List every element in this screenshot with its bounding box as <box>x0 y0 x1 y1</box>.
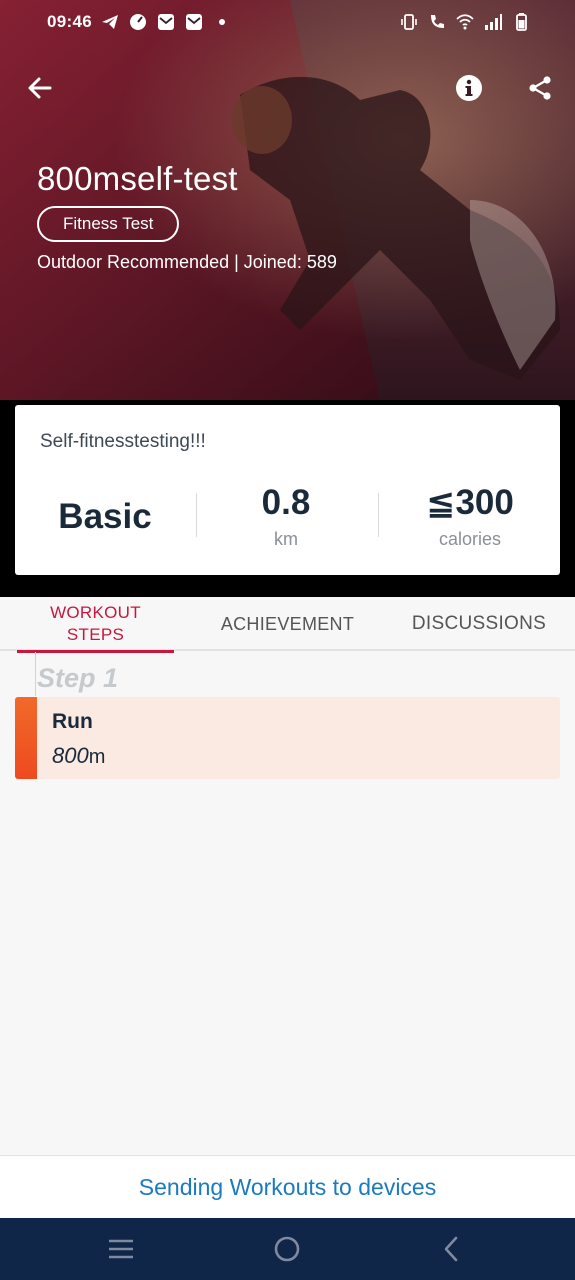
step-distance: 800m <box>52 743 105 769</box>
category-tag: Fitness Test <box>37 206 180 242</box>
tab-bar: WORKOUT STEPS ACHIEVEMENT DISCUSSIONS <box>0 597 575 653</box>
workout-description: Self-fitnesstesting!!! <box>40 431 206 452</box>
distance-unit: km <box>274 529 298 549</box>
system-back-button[interactable] <box>432 1232 472 1266</box>
step-distance-value: 800 <box>52 743 89 768</box>
step-label: Step 1 <box>37 663 119 693</box>
page-title: 800mself-test <box>37 160 238 197</box>
mail-icon <box>186 14 202 30</box>
tab-workout-steps-label-line1: WORKOUT <box>50 603 141 622</box>
mail-icon <box>158 14 174 30</box>
home-circle-icon <box>274 1236 300 1262</box>
vibrate-icon <box>401 14 417 30</box>
distance-value: 0.8 <box>261 483 311 522</box>
wifi-calling-icon <box>431 15 444 28</box>
stat-divider <box>378 493 379 537</box>
speedometer-icon <box>130 14 146 30</box>
send-workouts-button[interactable]: Sending Workouts to devices <box>0 1155 575 1218</box>
tab-achievement[interactable]: ACHIEVEMENT <box>205 597 370 651</box>
system-nav-bar <box>0 1218 575 1280</box>
battery-icon <box>516 13 527 31</box>
chevron-left-icon <box>444 1236 458 1262</box>
tab-discussions[interactable]: DISCUSSIONS <box>398 597 560 651</box>
status-bar: 09:46 <box>0 0 575 48</box>
info-icon <box>456 75 482 101</box>
share-icon <box>529 76 551 100</box>
calories-stat: ≦300 calories <box>380 483 560 550</box>
recent-apps-button[interactable] <box>101 1232 141 1266</box>
hero-subtitle: Outdoor Recommended | Joined: 589 <box>37 252 337 272</box>
arrow-left-icon <box>28 77 52 99</box>
step-color-bar <box>15 697 37 779</box>
wifi-icon <box>456 14 474 30</box>
step-distance-unit: m <box>88 746 106 768</box>
dot-icon <box>219 19 225 25</box>
level-stat: Basic <box>15 497 195 537</box>
calories-unit: calories <box>438 529 502 549</box>
step-card[interactable]: Run 800m <box>15 697 560 779</box>
telegram-icon <box>102 15 118 29</box>
status-time: 09:46 <box>47 12 92 31</box>
distance-stat: 0.8 km <box>196 483 376 550</box>
home-button[interactable] <box>267 1232 307 1266</box>
step-name: Run <box>52 710 93 733</box>
step-timeline-line <box>35 652 36 696</box>
level-value: Basic <box>58 497 152 536</box>
signal-icon <box>485 14 502 30</box>
tab-workout-steps[interactable]: WORKOUT STEPS <box>17 597 174 653</box>
menu-icon <box>109 1239 133 1259</box>
summary-card: Self-fitnesstesting!!! Basic 0.8 km ≦300… <box>15 405 560 575</box>
back-button[interactable] <box>20 68 60 108</box>
share-button[interactable] <box>520 68 560 108</box>
info-button[interactable] <box>449 68 489 108</box>
calories-value: ≦300 <box>426 483 514 522</box>
active-tab-indicator <box>17 650 174 653</box>
tab-workout-steps-label-line2: STEPS <box>66 625 125 644</box>
